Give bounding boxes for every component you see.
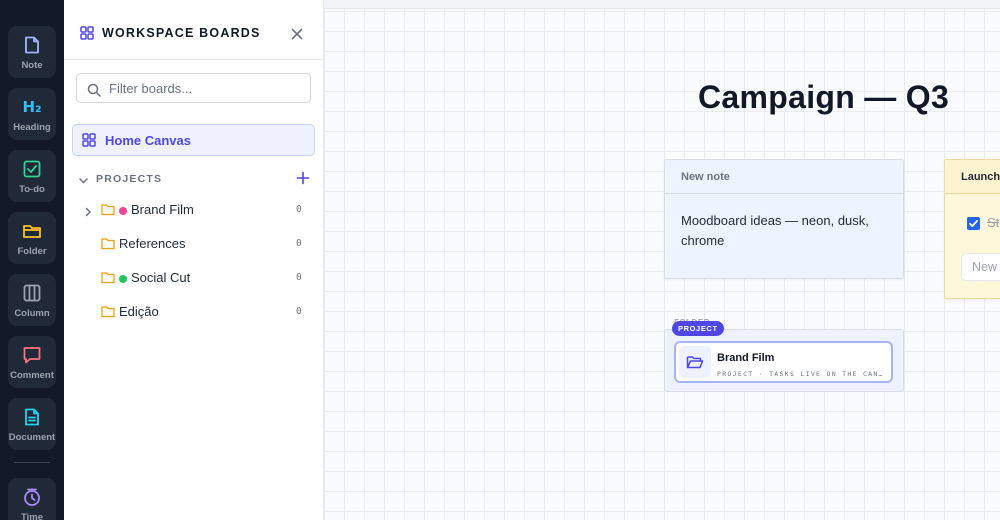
board-title[interactable]: Campaign — Q3 (698, 79, 949, 116)
home-canvas-item[interactable]: Home Canvas (72, 124, 315, 156)
add-project-icon[interactable] (296, 171, 310, 190)
column-icon (20, 281, 44, 305)
note-icon (20, 33, 44, 57)
comment-icon (20, 343, 44, 367)
home-canvas-label: Home Canvas (105, 133, 191, 148)
folder-icon (101, 271, 115, 289)
project-item-references[interactable]: References 0 (64, 231, 323, 257)
todo-title: Launch (961, 171, 1000, 183)
tool-label: Folder (17, 246, 47, 257)
new-todo-input[interactable]: New (961, 253, 1000, 281)
tool-todo[interactable]: To-do (8, 150, 56, 202)
filter-boards-input[interactable] (109, 79, 304, 97)
boards-panel: WORKSPACE BOARDS Home Canvas (64, 0, 324, 520)
todo-header: Launch (945, 160, 1000, 194)
folder-icon (101, 203, 115, 221)
search-icon (87, 83, 101, 102)
project-count: 0 (296, 204, 302, 215)
document-icon (20, 405, 44, 429)
folder-icon (20, 219, 44, 243)
tool-label: Column (14, 308, 50, 319)
tool-document[interactable]: Document (8, 398, 56, 450)
project-count: 0 (296, 238, 302, 249)
todo-checkbox[interactable] (967, 217, 980, 230)
todo-item-text: St (987, 215, 1000, 230)
status-dot (119, 275, 127, 283)
grid-icon (82, 133, 96, 152)
tool-note[interactable]: Note (8, 26, 56, 78)
panel-header: WORKSPACE BOARDS (64, 8, 323, 60)
tool-label: Note (21, 60, 43, 71)
tool-folder[interactable]: Folder (8, 212, 56, 264)
project-item-edicao[interactable]: Edição 0 (64, 299, 323, 325)
filter-boards-field[interactable] (76, 73, 311, 103)
canvas-top-strip (324, 0, 1000, 8)
checkbox-icon (20, 157, 44, 181)
timer-icon (20, 485, 44, 509)
new-todo-placeholder: New (972, 260, 998, 274)
project-item-brand-film[interactable]: Brand Film 0 (64, 197, 323, 223)
tool-comment[interactable]: Comment (8, 336, 56, 388)
close-icon[interactable] (289, 26, 305, 42)
tool-label: To-do (19, 184, 45, 195)
folder-icon (101, 237, 115, 255)
project-count: 0 (296, 306, 302, 317)
todo-card[interactable]: Launch St New (944, 159, 1000, 299)
tool-label: Time (20, 512, 43, 520)
projects-section-header[interactable]: PROJECTS (64, 170, 323, 188)
note-title: New note (681, 171, 730, 183)
project-link-subtitle: PROJECT · TASKS LIVE ON THE CANVAS (717, 370, 887, 378)
folder-icon (101, 305, 115, 323)
tool-column[interactable]: Column (8, 274, 56, 326)
heading-icon: H₂ (22, 98, 42, 116)
project-name: Brand Film (131, 202, 194, 217)
tool-rail: Note H₂ Heading To-do Folder Column Comm… (0, 0, 64, 520)
tool-label: Heading (13, 122, 51, 133)
rail-divider (14, 462, 50, 463)
project-name: Social Cut (131, 270, 191, 285)
note-body[interactable]: Moodboard ideas — neon, dusk, chrome (681, 211, 891, 251)
projects-label: PROJECTS (96, 173, 163, 185)
tool-label: Document (8, 432, 56, 443)
project-badge: PROJECT (672, 321, 724, 336)
note-card[interactable]: New note Moodboard ideas — neon, dusk, c… (664, 159, 904, 279)
note-header: New note (665, 160, 903, 194)
chevron-down-icon[interactable] (78, 173, 89, 191)
project-link-card[interactable]: Brand Film PROJECT · TASKS LIVE ON THE C… (674, 341, 893, 383)
grid-icon (80, 26, 94, 45)
project-name: Edição (119, 304, 159, 319)
panel-title: WORKSPACE BOARDS (102, 26, 261, 40)
project-name: References (119, 236, 186, 251)
tool-time[interactable]: Time (8, 478, 56, 520)
project-link-name: Brand Film (717, 352, 775, 364)
project-count: 0 (296, 272, 302, 283)
folder-open-icon (679, 346, 711, 378)
project-item-social-cut[interactable]: Social Cut 0 (64, 265, 323, 291)
board-canvas[interactable]: Campaign — Q3 New note Moodboard ideas —… (324, 8, 1000, 520)
status-dot (119, 207, 127, 215)
tool-label: Comment (10, 370, 54, 381)
chevron-right-icon[interactable] (83, 204, 93, 222)
tool-heading[interactable]: H₂ Heading (8, 88, 56, 140)
